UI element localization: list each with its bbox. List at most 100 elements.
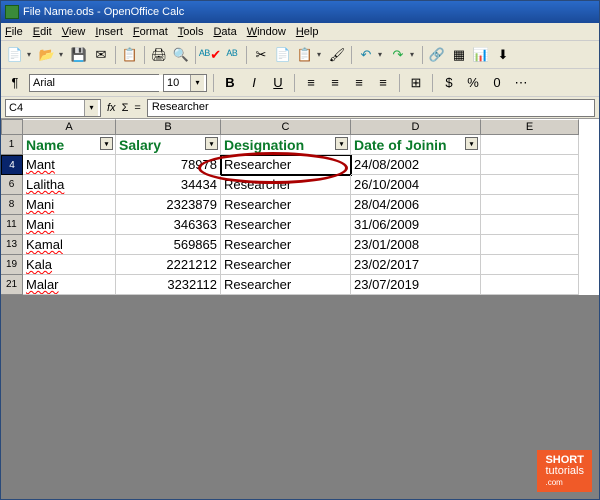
filter-dropdown-icon[interactable]: ▾ [335,137,348,150]
select-all-corner[interactable] [1,119,23,135]
align-right-icon[interactable]: ≡ [349,73,369,93]
font-name-combo[interactable]: ▾ [29,74,159,92]
cell-salary[interactable]: 569865 [116,235,221,255]
cell-salary[interactable]: 3232112 [116,275,221,295]
align-left-icon[interactable]: ≡ [301,73,321,93]
filter-dropdown-icon[interactable]: ▾ [205,137,218,150]
font-size-combo[interactable]: ▾ [163,74,207,92]
cell-name[interactable]: Mant [23,155,116,175]
undo-icon[interactable]: ↶ [356,45,376,65]
cell-designation[interactable]: Researcher [221,215,351,235]
row-1-head[interactable]: 1 [1,135,23,155]
new-icon[interactable]: 📄 [5,45,25,65]
menu-format[interactable]: Format [133,26,168,38]
cell-date[interactable]: 28/04/2006 [351,195,481,215]
header-name[interactable]: Name ▾ [23,135,116,155]
open-icon[interactable]: 📂 [37,45,57,65]
chevron-down-icon[interactable]: ▾ [84,100,98,116]
col-b[interactable]: B [116,119,221,135]
header-e[interactable] [481,135,579,155]
brush-icon[interactable]: 🖌 [327,45,347,65]
cell-date[interactable]: 23/07/2019 [351,275,481,295]
filter-dropdown-icon[interactable]: ▾ [100,137,113,150]
grid-icon[interactable]: ▦ [449,45,469,65]
cell-name[interactable]: Kala [23,255,116,275]
font-size-input[interactable] [164,75,190,91]
row-head[interactable]: 19 [1,255,23,275]
bold-button[interactable]: B [220,73,240,93]
equals-icon[interactable]: = [134,102,140,114]
col-e[interactable]: E [481,119,579,135]
underline-button[interactable]: U [268,73,288,93]
cell-ref-box[interactable]: ▾ [5,99,101,117]
cell-name[interactable]: Kamal [23,235,116,255]
cell-designation[interactable]: Researcher [221,195,351,215]
cell-date[interactable]: 23/01/2008 [351,235,481,255]
menu-data[interactable]: Data [213,26,236,38]
menu-tools[interactable]: Tools [178,26,204,38]
save-icon[interactable]: 💾 [69,45,89,65]
header-designation[interactable]: Designation ▾ [221,135,351,155]
row-head[interactable]: 4 [1,155,23,175]
cell-empty[interactable] [481,215,579,235]
cell-designation[interactable]: Researcher [221,155,351,175]
cell-empty[interactable] [481,275,579,295]
sigma-icon[interactable]: Σ [122,102,129,114]
link-icon[interactable]: 🔗 [427,45,447,65]
autospell-icon[interactable]: ᴬᴮ [222,45,242,65]
align-center-icon[interactable]: ≡ [325,73,345,93]
cell-name[interactable]: Malar [23,275,116,295]
italic-button[interactable]: I [244,73,264,93]
menu-edit[interactable]: Edit [33,26,52,38]
preview-icon[interactable]: 🔍 [171,45,191,65]
copy-icon[interactable]: 📄 [273,45,293,65]
row-head[interactable]: 6 [1,175,23,195]
menu-window[interactable]: Window [247,26,286,38]
menu-insert[interactable]: Insert [95,26,123,38]
cell-date[interactable]: 31/06/2009 [351,215,481,235]
filter-dropdown-icon[interactable]: ▾ [465,137,478,150]
percent-icon[interactable]: % [463,73,483,93]
cut-icon[interactable]: ✂ [251,45,271,65]
cell-salary[interactable]: 346363 [116,215,221,235]
merge-icon[interactable]: ⊞ [406,73,426,93]
cell-salary[interactable]: 2221212 [116,255,221,275]
chevron-down-icon[interactable]: ▾ [190,75,204,91]
cell-name[interactable]: Mani [23,215,116,235]
cell-date[interactable]: 26/10/2004 [351,175,481,195]
mail-icon[interactable]: ✉ [91,45,111,65]
cell-ref-input[interactable] [6,100,84,116]
cell-designation[interactable]: Researcher [221,235,351,255]
menu-view[interactable]: View [62,26,86,38]
cell-designation[interactable]: Researcher [221,255,351,275]
cell-designation[interactable]: Researcher [221,175,351,195]
cell-date[interactable]: 23/02/2017 [351,255,481,275]
fx-icon[interactable]: fx [107,102,116,114]
menu-file[interactable]: File [5,26,23,38]
currency-icon[interactable]: $ [439,73,459,93]
paste-icon[interactable]: 📋 [295,45,315,65]
redo-icon[interactable]: ↷ [388,45,408,65]
more-icon[interactable]: ⋯ [511,73,531,93]
cell-name[interactable]: Mani [23,195,116,215]
col-d[interactable]: D [351,119,481,135]
styles-icon[interactable]: ¶ [5,73,25,93]
cell-designation[interactable]: Researcher [221,275,351,295]
row-head[interactable]: 11 [1,215,23,235]
align-justify-icon[interactable]: ≡ [373,73,393,93]
font-name-input[interactable] [30,75,178,91]
header-date[interactable]: Date of Joinin ▾ [351,135,481,155]
cell-salary[interactable]: 78978 [116,155,221,175]
print-icon[interactable]: 🖨 [149,45,169,65]
cell-empty[interactable] [481,155,579,175]
cell-date[interactable]: 24/08/2002 [351,155,481,175]
col-a[interactable]: A [23,119,116,135]
row-head[interactable]: 21 [1,275,23,295]
row-head[interactable]: 13 [1,235,23,255]
cell-salary[interactable]: 34434 [116,175,221,195]
chart-icon[interactable]: 📊 [471,45,491,65]
cell-empty[interactable] [481,255,579,275]
header-salary[interactable]: Salary ▾ [116,135,221,155]
cell-name[interactable]: Lalitha [23,175,116,195]
cell-salary[interactable]: 2323879 [116,195,221,215]
